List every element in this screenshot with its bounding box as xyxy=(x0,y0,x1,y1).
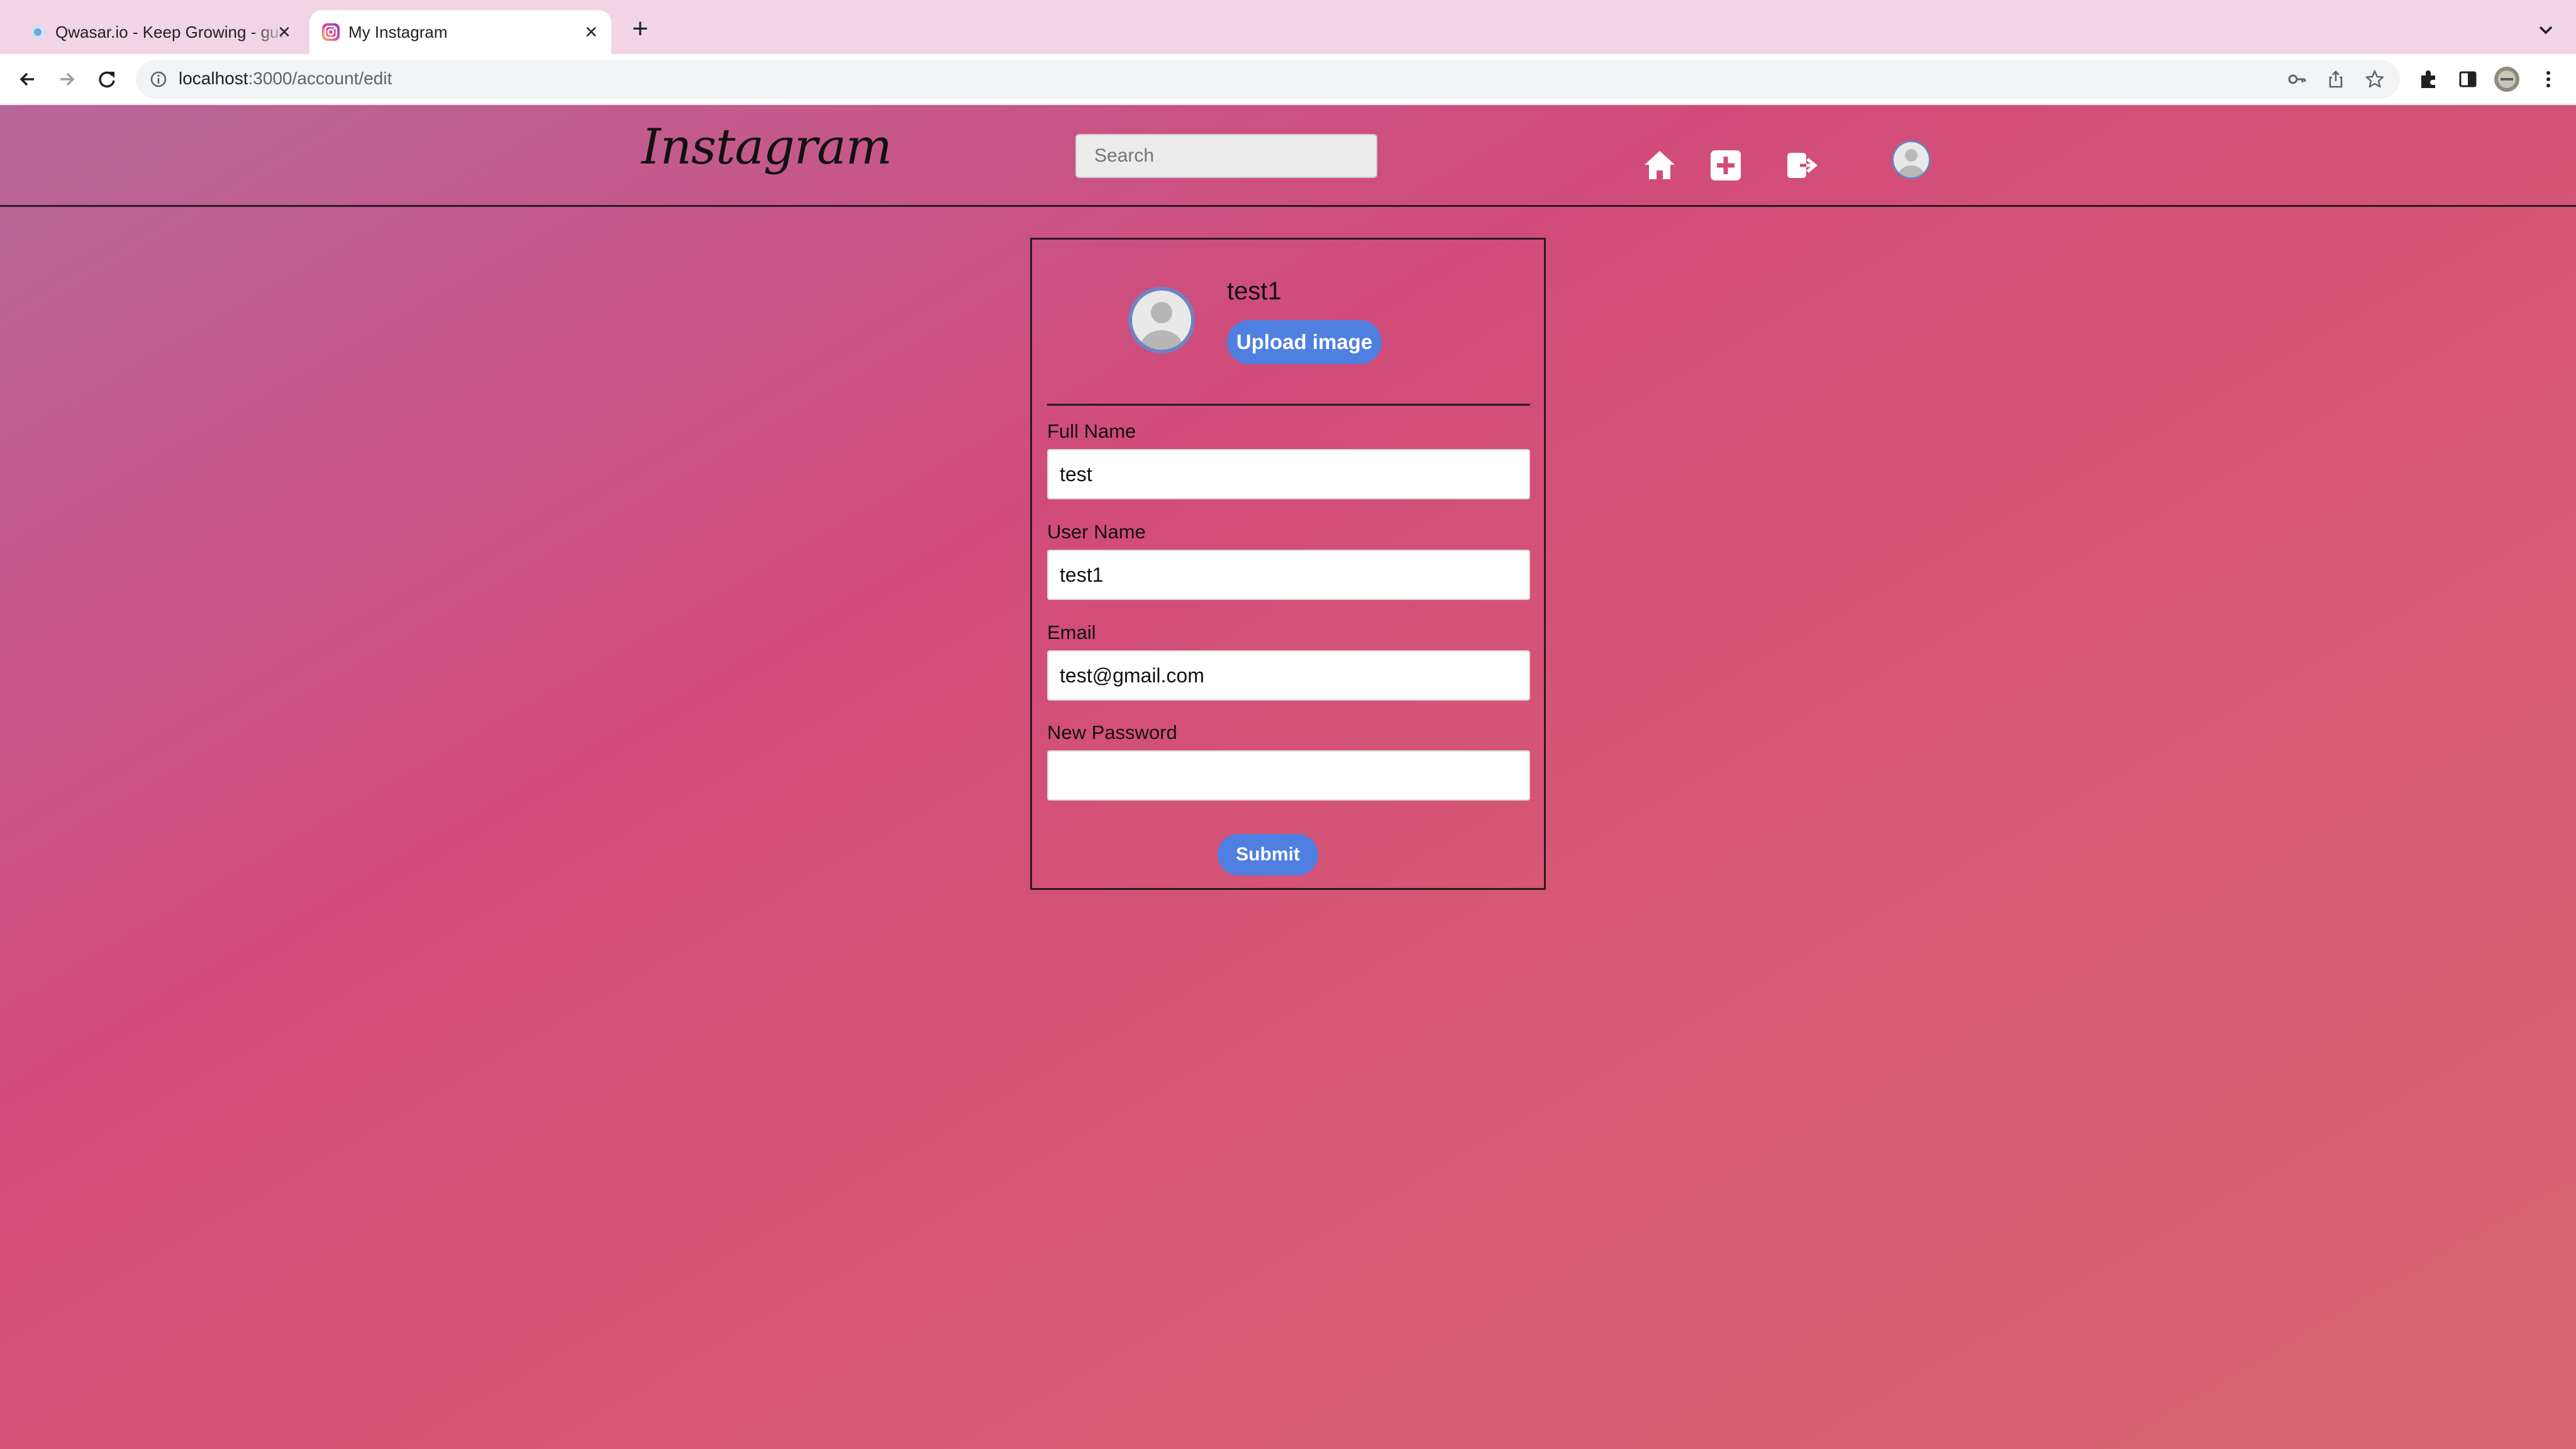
user-name-field[interactable] xyxy=(1047,550,1530,600)
side-panel-icon[interactable] xyxy=(2454,65,2482,93)
menu-icon[interactable] xyxy=(2534,65,2562,93)
share-icon[interactable] xyxy=(2326,69,2346,89)
tab-search-chevron-icon[interactable] xyxy=(2534,19,2557,42)
star-icon[interactable] xyxy=(2365,69,2385,89)
email-label: Email xyxy=(1047,621,1096,643)
instagram-favicon-icon xyxy=(322,23,340,41)
search-input[interactable] xyxy=(1075,134,1377,178)
extensions-icon[interactable] xyxy=(2415,65,2443,93)
upload-image-button[interactable]: Upload image xyxy=(1227,320,1382,364)
divider xyxy=(1047,404,1530,406)
url-text: localhost:3000/account/edit xyxy=(179,69,392,89)
qwasar-favicon-icon xyxy=(31,25,45,39)
logout-icon[interactable] xyxy=(1785,148,1820,183)
user-avatar-icon[interactable] xyxy=(1890,139,1932,180)
profile-avatar-icon[interactable] xyxy=(1128,286,1196,354)
close-tab-icon[interactable]: × xyxy=(580,21,602,43)
address-bar[interactable]: localhost:3000/account/edit xyxy=(136,60,2400,99)
browser-toolbar: localhost:3000/account/edit xyxy=(0,54,2576,104)
tab-qwasar[interactable]: Qwasar.io - Keep Growing - guaranteed × xyxy=(16,10,306,54)
url-path: :3000/account/edit xyxy=(248,69,392,88)
full-name-label: Full Name xyxy=(1047,420,1136,442)
site-header: Instagram xyxy=(0,105,2576,207)
profile-username: test1 xyxy=(1227,277,1282,305)
close-tab-icon[interactable]: × xyxy=(273,21,296,43)
browser-tab-bar: Qwasar.io - Keep Growing - guaranteed × … xyxy=(0,0,2576,54)
tab-title: My Instagram xyxy=(348,23,448,42)
submit-button[interactable]: Submit xyxy=(1218,834,1318,875)
new-tab-icon[interactable]: + xyxy=(628,15,653,43)
full-name-field[interactable] xyxy=(1047,449,1530,499)
tab-title: Qwasar.io - Keep Growing - guaranteed xyxy=(55,23,288,42)
user-name-label: User Name xyxy=(1047,521,1146,543)
instagram-logo[interactable]: Instagram xyxy=(641,119,892,175)
tab-my-instagram[interactable]: My Instagram × xyxy=(309,10,611,54)
profile-icon[interactable] xyxy=(2493,65,2521,93)
url-host: localhost xyxy=(179,69,248,88)
reload-icon[interactable] xyxy=(93,65,121,93)
info-icon[interactable] xyxy=(150,70,167,88)
new-password-field[interactable] xyxy=(1047,750,1530,801)
home-icon[interactable] xyxy=(1642,148,1677,183)
page-body: Instagram Search test1 Upload image Full… xyxy=(0,105,2576,1449)
new-post-icon[interactable] xyxy=(1708,148,1743,183)
email-field[interactable] xyxy=(1047,650,1530,701)
back-icon[interactable] xyxy=(14,65,42,93)
forward-icon[interactable] xyxy=(53,65,80,93)
key-icon[interactable] xyxy=(2287,69,2307,89)
edit-profile-card: test1 Upload image Full Name User Name E… xyxy=(1030,238,1546,890)
new-password-label: New Password xyxy=(1047,721,1177,743)
